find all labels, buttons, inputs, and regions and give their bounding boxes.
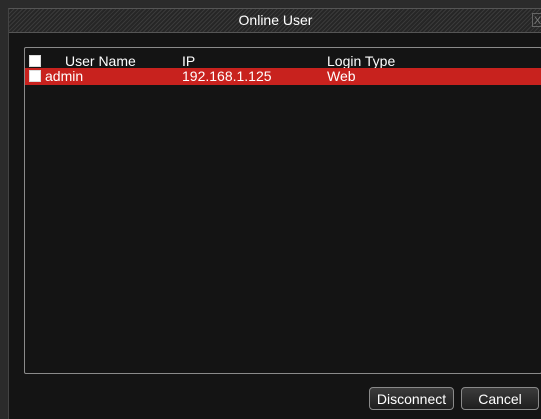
disconnect-button[interactable]: Disconnect <box>369 387 454 410</box>
online-user-list: User Name IP Login Type admin 192.168.1.… <box>24 47 541 374</box>
row-checkbox[interactable] <box>29 70 41 82</box>
dialog-title: Online User <box>238 12 313 28</box>
online-user-dialog: Online User X User Name IP Login Type ad… <box>8 8 541 419</box>
cancel-button[interactable]: Cancel <box>461 387 539 410</box>
cell-ip: 192.168.1.125 <box>182 68 272 84</box>
select-all-checkbox[interactable] <box>29 55 41 67</box>
close-icon[interactable]: X <box>532 13 541 27</box>
cell-user-name: admin <box>45 68 84 84</box>
title-bar: Online User X <box>9 9 541 33</box>
table-row[interactable]: admin 192.168.1.125 Web <box>25 68 541 85</box>
cell-login-type: Web <box>327 68 356 84</box>
